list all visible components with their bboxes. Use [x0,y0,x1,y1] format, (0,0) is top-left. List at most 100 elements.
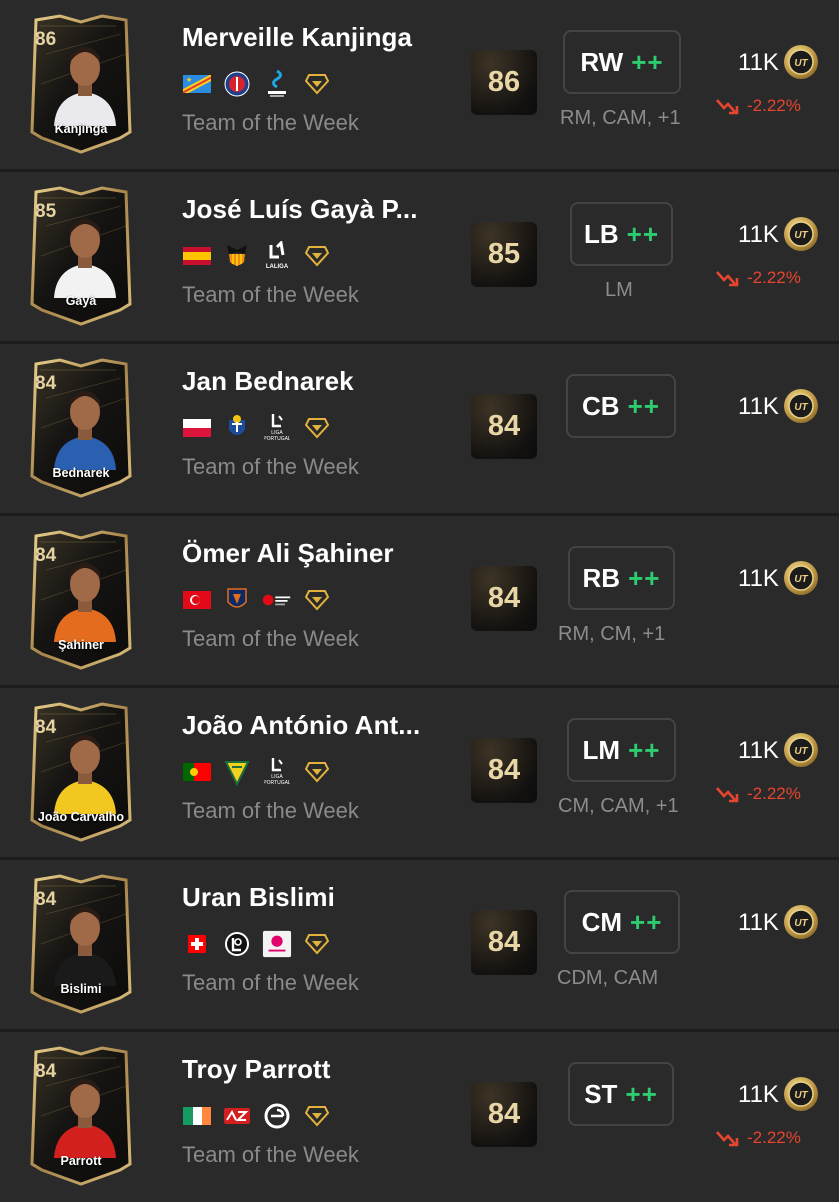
alt-positions: LM [605,279,633,301]
player-card[interactable]: 86 Kanjinga [26,14,136,154]
trend-down-icon [716,787,739,803]
position-plus: ++ [628,734,661,765]
player-badges [182,1102,332,1130]
basaksehir-crest-icon [222,587,252,613]
overall-rating: 84 [471,738,537,803]
super-lig-icon [262,587,292,613]
player-row[interactable]: 86 Kanjinga Merveille Kanjinga ★ Team of… [0,0,839,170]
svg-text:UT: UT [794,230,808,241]
player-badges: LIGA PORTUGAL [182,758,332,786]
card-name: Bednarek [52,466,110,480]
laliga-icon: LALIGA [262,241,292,270]
player-name[interactable]: Uran Bislimi [182,882,335,913]
svg-text:UT: UT [794,918,808,929]
ut-coin-icon: UT [784,45,818,79]
player-row[interactable]: 84 Bednarek Jan Bednarek LIGA PORTUGAL Te… [0,344,839,514]
chemistry-style-icon [302,1103,332,1129]
trend-down-icon [716,1131,739,1147]
player-badges: LIGA PORTUGAL [182,414,332,442]
position-label: RB [582,562,621,593]
price-trend: -2.22% [715,96,801,116]
card-rating: 86 [35,29,57,50]
position-plus: ++ [625,1078,658,1109]
alt-positions: CDM, CAM [557,967,659,989]
position-badge[interactable]: RW ++ [563,30,681,94]
card-name: Parrott [60,1154,102,1168]
swiss-super-league-icon [262,930,292,958]
card-rating: 84 [35,545,57,566]
trend-percent: -2.22% [747,784,801,803]
player-name[interactable]: Troy Parrott [182,1054,331,1085]
player-name[interactable]: João António Ant... [182,710,420,741]
player-row[interactable]: 84 Parrott Troy Parrott Team of the Week… [0,1032,839,1202]
position-plus: ++ [626,218,660,249]
player-row[interactable]: 84 João Carvalho João António Ant... LIG… [0,688,839,858]
card-rating: 84 [35,889,57,910]
svg-text:UT: UT [794,574,808,585]
alt-positions: RM, CAM, +1 [560,107,681,129]
player-card[interactable]: 84 Parrott [26,1046,136,1186]
card-version: Team of the Week [182,110,359,135]
estoril-crest-icon [222,759,252,786]
position-badge[interactable]: ST ++ [568,1062,674,1126]
position-badge[interactable]: RB ++ [568,546,675,610]
card-version: Team of the Week [182,970,359,995]
card-name: Bislimi [60,982,102,996]
nation-flag-icon [182,931,212,957]
player-name[interactable]: Jan Bednarek [182,366,354,397]
player-card[interactable]: 84 Bednarek [26,358,136,498]
position-label: CB [582,390,620,421]
player-badges: ★ [182,69,332,98]
position-badge[interactable]: LM ++ [567,718,676,782]
chemistry-style-icon [302,415,332,441]
position-plus: ++ [630,906,663,937]
player-row[interactable]: 85 Gayà José Luís Gayà P... LALIGA Team … [0,172,839,342]
player-name[interactable]: José Luís Gayà P... [182,194,418,225]
trend-down-icon [716,99,739,115]
player-card[interactable]: 85 Gayà [26,186,136,326]
player-row[interactable]: 84 Bislimi Uran Bislimi Team of the Week… [0,860,839,1030]
chemistry-style-icon [302,759,332,785]
position-badge[interactable]: CB ++ [566,374,676,438]
price-trend: -2.22% [715,1128,801,1148]
chemistry-style-icon [302,71,332,97]
nation-flag-icon [182,1103,212,1129]
price-value: 11K [738,393,779,420]
price-value: 11K [738,49,779,76]
nation-flag-icon [182,243,212,269]
position-plus: ++ [628,562,661,593]
player-badges [182,930,332,958]
player-card[interactable]: 84 Şahiner [26,530,136,670]
svg-text:LALIGA: LALIGA [266,264,289,270]
overall-rating: 84 [471,394,537,459]
price-trend: -2.22% [715,268,801,288]
nation-flag-icon [182,415,212,441]
price-value: 11K [738,737,779,764]
player-list: 86 Kanjinga Merveille Kanjinga ★ Team of… [0,0,839,1202]
svg-text:UT: UT [794,746,808,757]
position-label: CM [581,906,623,937]
card-version: Team of the Week [182,282,359,307]
psg-crest-icon [222,71,252,97]
position-badge[interactable]: LB ++ [570,202,673,266]
player-name[interactable]: Ömer Ali Şahiner [182,538,394,569]
price-value: 11K [738,565,779,592]
valencia-bat-icon [222,243,252,269]
position-badge[interactable]: CM ++ [564,890,680,954]
card-name: Kanjinga [54,122,108,136]
position-label: RW [580,46,624,77]
player-row[interactable]: 84 Şahiner Ömer Ali Şahiner Team of the … [0,516,839,686]
card-rating: 84 [35,373,57,394]
position-label: ST [584,1078,618,1109]
svg-text:UT: UT [794,402,808,413]
fc-porto-crest-icon [222,415,252,441]
player-card[interactable]: 84 João Carvalho [26,702,136,842]
player-name[interactable]: Merveille Kanjinga [182,22,412,53]
alt-positions: RM, CM, +1 [558,623,666,645]
svg-text:UT: UT [794,1090,808,1101]
player-badges: LALIGA [182,241,332,270]
ut-coin-icon: UT [784,217,818,251]
player-card[interactable]: 84 Bislimi [26,874,136,1014]
card-version: Team of the Week [182,626,359,651]
card-version: Team of the Week [182,798,359,823]
